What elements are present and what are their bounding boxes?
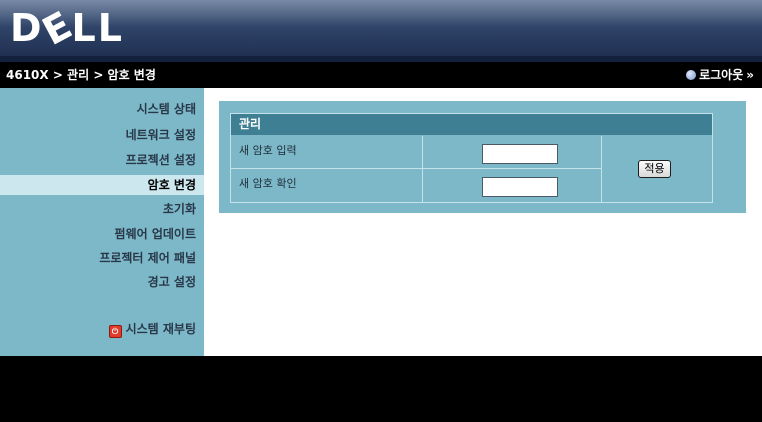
sidebar-item-network-settings[interactable]: 네트워크 설정 [126, 125, 196, 145]
system-reboot-label: 시스템 재부팅 [125, 322, 196, 336]
admin-form: 관리 새 암호 입력 새 암호 확인 적용 [230, 113, 713, 203]
admin-panel: 관리 새 암호 입력 새 암호 확인 적용 [219, 101, 746, 213]
confirm-password-input[interactable] [482, 177, 558, 197]
sidebar: 시스템 상태 네트워크 설정 프로젝션 설정 암호 변경 초기화 펌웨어 업데이… [0, 88, 204, 356]
column-divider [601, 136, 602, 202]
power-icon: ⏻ [108, 325, 122, 338]
sidebar-item-projection-settings[interactable]: 프로젝션 설정 [126, 150, 196, 170]
dell-logo: DELL [10, 2, 124, 54]
apply-button[interactable]: 적용 [638, 160, 671, 178]
new-password-label: 새 암호 입력 [239, 144, 297, 157]
panel-title: 관리 [231, 114, 712, 135]
system-reboot-button[interactable]: ⏻ 시스템 재부팅 [108, 319, 196, 339]
nav-bar: 4610X > 관리 > 암호 변경 로그아웃» [0, 62, 762, 88]
logout-icon [686, 70, 697, 80]
sidebar-item-projector-control-panel[interactable]: 프로젝터 제어 패널 [99, 248, 196, 268]
breadcrumb: 4610X > 관리 > 암호 변경 [6, 68, 156, 82]
confirm-password-label: 새 암호 확인 [239, 177, 297, 190]
column-divider [422, 136, 423, 202]
header-banner: DELL [0, 0, 762, 62]
logout-link[interactable]: 로그아웃» [686, 66, 754, 84]
sidebar-item-change-password[interactable]: 암호 변경 [0, 175, 204, 195]
footer-bar [0, 356, 762, 422]
new-password-input[interactable] [482, 144, 558, 164]
sidebar-item-system-status[interactable]: 시스템 상태 [137, 99, 196, 119]
sidebar-item-reset[interactable]: 초기화 [163, 199, 196, 219]
double-chevron-right-icon: » [746, 68, 754, 82]
sidebar-item-firmware-update[interactable]: 펌웨어 업데이트 [115, 224, 196, 244]
sidebar-item-alert-settings[interactable]: 경고 설정 [148, 272, 196, 292]
logout-label: 로그아웃 [699, 68, 744, 82]
